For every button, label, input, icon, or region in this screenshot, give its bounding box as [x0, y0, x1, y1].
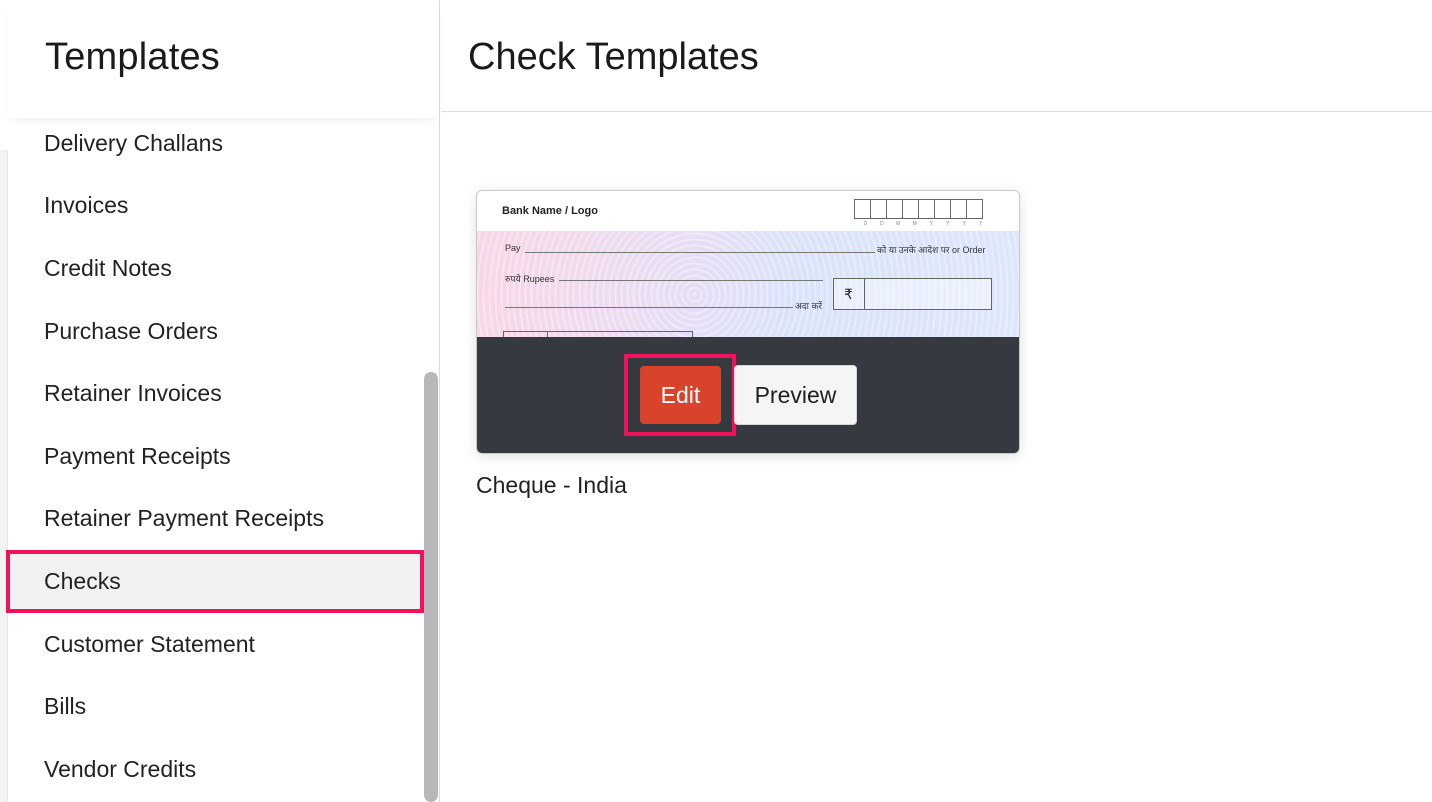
template-type-list: Delivery Challans Invoices Credit Notes … [6, 112, 424, 801]
cheque-rupees-line [559, 280, 823, 281]
sidebar-item-credit-notes[interactable]: Credit Notes [8, 237, 424, 300]
cheque-body: Pay को या उनके आदेश पर or Order रुपये Ru… [477, 231, 1019, 341]
date-box [950, 199, 967, 219]
date-box [934, 199, 951, 219]
sidebar-item-vendor-credits[interactable]: Vendor Credits [8, 738, 424, 801]
sidebar-item-bills[interactable]: Bills [8, 675, 424, 738]
cheque-date-letters: D D M M Y Y Y Y [857, 221, 989, 227]
date-letter: Y [929, 221, 933, 227]
sidebar-item-checks[interactable]: Checks [6, 550, 424, 613]
date-letter: M [896, 221, 901, 227]
cheque-rupees-line-2 [505, 307, 793, 308]
date-box [918, 199, 935, 219]
date-letter: Y [946, 221, 950, 227]
date-letter: D [879, 221, 884, 227]
sidebar-item-purchase-orders[interactable]: Purchase Orders [8, 300, 424, 363]
date-box [902, 199, 919, 219]
sidebar: Templates Delivery Challans Invoices Cre… [0, 0, 440, 802]
sidebar-item-invoices[interactable]: Invoices [8, 175, 424, 238]
sidebar-item-retainer-payment-receipts[interactable]: Retainer Payment Receipts [8, 488, 424, 551]
sidebar-item-delivery-challans[interactable]: Delivery Challans [8, 112, 424, 175]
card-hover-overlay: Edit Preview [477, 337, 1019, 453]
sidebar-item-customer-statement[interactable]: Customer Statement [8, 613, 424, 676]
cheque-bank-label: Bank Name / Logo [502, 205, 598, 217]
date-box [966, 199, 983, 219]
date-box [870, 199, 887, 219]
sidebar-title: Templates [45, 36, 220, 78]
date-letter: D [863, 221, 868, 227]
main-header: Check Templates [441, 0, 1432, 112]
sidebar-edge [0, 150, 8, 802]
sidebar-item-payment-receipts[interactable]: Payment Receipts [8, 425, 424, 488]
edit-button[interactable]: Edit [640, 366, 721, 424]
cheque-preview-thumbnail: Bank Name / Logo D D M M Y Y Y Y Pay को … [477, 191, 1019, 341]
cheque-pay-label: Pay [505, 243, 521, 253]
cheque-date-boxes [854, 199, 983, 219]
date-box [886, 199, 903, 219]
date-letter: M [912, 221, 917, 227]
cheque-rupees-label: रुपये Rupees [505, 274, 555, 284]
sidebar-header: Templates [8, 0, 439, 118]
date-letter: Y [962, 221, 966, 227]
date-box [854, 199, 871, 219]
date-letter: Y [979, 221, 983, 227]
page-title: Check Templates [468, 36, 759, 78]
cheque-order-label: को या उनके आदेश पर or Order [877, 245, 986, 255]
sidebar-scrollbar-thumb[interactable] [424, 372, 438, 802]
cheque-top-strip: Bank Name / Logo D D M M Y Y Y Y [477, 191, 1019, 231]
preview-button[interactable]: Preview [734, 365, 857, 425]
sidebar-item-retainer-invoices[interactable]: Retainer Invoices [8, 362, 424, 425]
cheque-pay-to-label: अदा करें [795, 301, 823, 311]
template-name: Cheque - India [476, 472, 627, 498]
template-card[interactable]: Bank Name / Logo D D M M Y Y Y Y Pay को … [476, 190, 1020, 454]
cheque-pay-line [525, 252, 875, 253]
rupee-icon: ₹ [833, 278, 865, 310]
